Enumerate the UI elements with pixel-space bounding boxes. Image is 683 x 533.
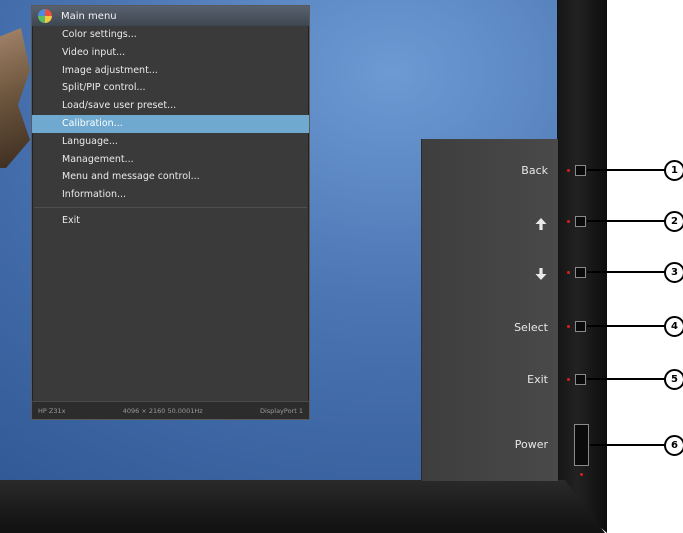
menu-item-video-input[interactable]: Video input...: [32, 44, 309, 62]
callout-4: 4: [664, 316, 683, 337]
callout-2: 2: [664, 211, 683, 232]
menu-item-load-save-user-preset[interactable]: Load/save user preset...: [32, 97, 309, 115]
menu-item-management[interactable]: Management...: [32, 151, 309, 169]
callout-6: 6: [664, 435, 683, 456]
select-button[interactable]: [575, 321, 586, 332]
led-indicator: [567, 325, 570, 328]
power-button[interactable]: [574, 424, 589, 466]
arrow-up-icon: [535, 218, 547, 230]
up-button[interactable]: [575, 216, 586, 227]
label-back: Back: [521, 164, 548, 177]
osd-header: Main menu: [32, 6, 309, 26]
callout-line: [587, 325, 667, 327]
osd-status-bar: HP Z31x 4096 × 2160 50.0001Hz DisplayPor…: [32, 401, 309, 419]
down-button[interactable]: [575, 267, 586, 278]
led-indicator: [567, 169, 570, 172]
menu-item-calibration[interactable]: Calibration...: [32, 114, 309, 133]
power-led: [580, 473, 583, 476]
label-exit: Exit: [527, 373, 548, 386]
menu-item-menu-and-message-control[interactable]: Menu and message control...: [32, 168, 309, 186]
arrow-down-icon: [535, 268, 547, 280]
osd-main-menu: Main menu Color settings... Video input.…: [31, 5, 310, 420]
menu-item-split-pip-control[interactable]: Split/PIP control...: [32, 79, 309, 97]
hp-logo-icon: [38, 9, 52, 23]
menu-item-information[interactable]: Information...: [32, 186, 309, 204]
menu-divider: [34, 206, 307, 208]
menu-item-image-adjustment[interactable]: Image adjustment...: [32, 62, 309, 80]
status-input: DisplayPort 1: [259, 406, 303, 415]
menu-item-language[interactable]: Language...: [32, 133, 309, 151]
monitor: Main menu Color settings... Video input.…: [0, 0, 607, 533]
callout-1: 1: [664, 160, 683, 181]
callout-line: [587, 220, 667, 222]
button-label-panel: Back Select Exit Power: [421, 139, 558, 481]
callout-3: 3: [664, 262, 683, 283]
callout-5: 5: [664, 369, 683, 390]
led-indicator: [567, 220, 570, 223]
bezel-bottom: [0, 480, 605, 533]
callout-line: [587, 378, 667, 380]
status-model: HP Z31x: [38, 406, 66, 415]
status-resolution: 4096 × 2160 50.0001Hz: [122, 406, 203, 415]
label-select: Select: [514, 321, 548, 334]
label-power: Power: [514, 438, 548, 451]
led-indicator: [567, 271, 570, 274]
led-indicator: [567, 378, 570, 381]
callout-line: [587, 169, 667, 171]
menu-list: Color settings... Video input... Image a…: [32, 26, 309, 204]
menu-item-color-settings[interactable]: Color settings...: [32, 26, 309, 44]
back-button[interactable]: [575, 165, 586, 176]
callout-line: [587, 271, 667, 273]
callout-line: [590, 444, 667, 446]
menu-item-exit[interactable]: Exit: [32, 212, 309, 230]
exit-button[interactable]: [575, 374, 586, 385]
osd-title: Main menu: [61, 10, 117, 22]
